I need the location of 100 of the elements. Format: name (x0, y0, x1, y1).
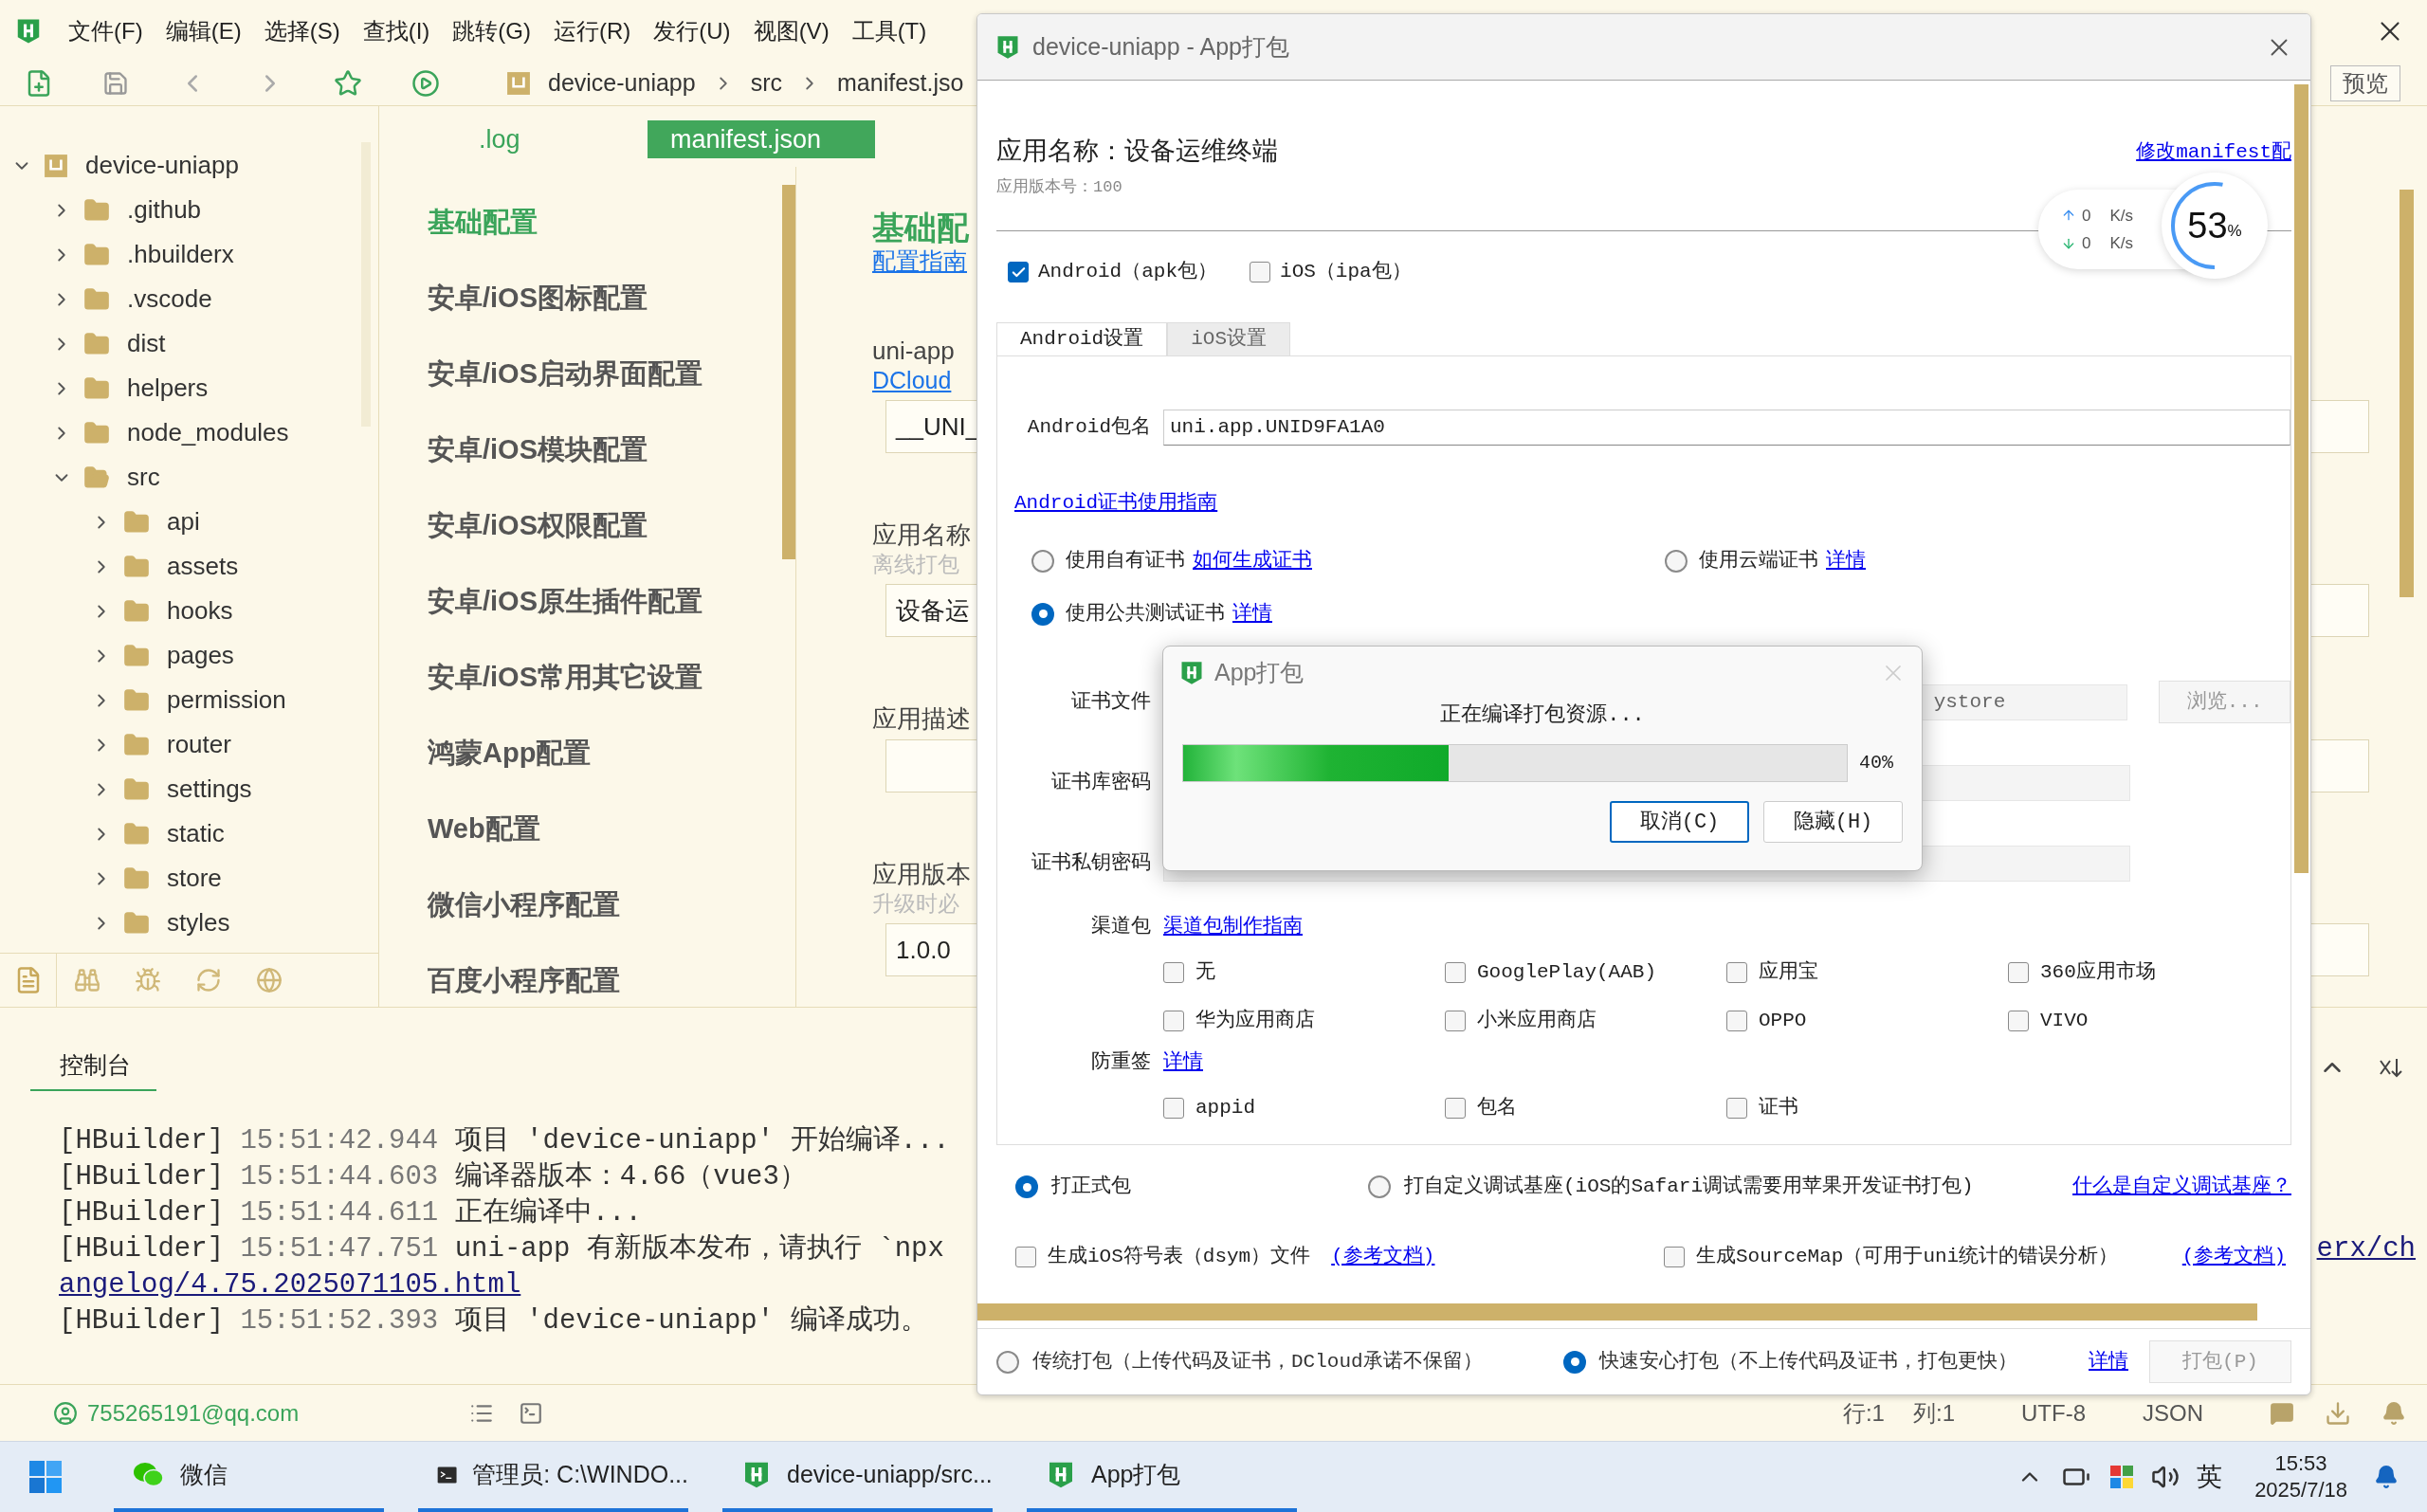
radio-button[interactable] (1368, 1175, 1391, 1198)
checkbox[interactable] (2008, 1010, 2029, 1031)
refresh-icon[interactable] (195, 967, 222, 993)
tree-item[interactable]: .github (127, 191, 202, 228)
taskbar-button[interactable]: App打包 (1027, 1442, 1297, 1512)
taskbar-button[interactable]: 微信 (114, 1442, 384, 1512)
settings-nav-item[interactable]: 安卓/iOS常用其它设置 (428, 657, 703, 699)
link[interactable]: 如何生成证书 (1193, 545, 1312, 576)
settings-nav-item[interactable]: 安卓/iOS模块配置 (428, 429, 648, 471)
menu-item[interactable]: 跳转(G) (441, 13, 542, 48)
scrollbar[interactable] (2400, 190, 2414, 597)
checkbox[interactable] (1163, 1097, 1184, 1119)
bug-icon[interactable] (135, 967, 161, 993)
clock[interactable]: 15:53 2025/7/18 (2254, 1450, 2347, 1503)
link[interactable]: 详情 (1826, 545, 1866, 576)
scrollbar[interactable] (977, 1303, 2257, 1321)
link[interactable]: 什么是自定义调试基座？ (2072, 1172, 2291, 1202)
link[interactable]: DCloud (872, 366, 952, 394)
tree-item[interactable]: dist (127, 325, 166, 362)
link[interactable]: erx/ch (2316, 1230, 2416, 1267)
language-mode[interactable]: JSON (2143, 1395, 2203, 1430)
link[interactable]: 渠道包制作指南 (1163, 911, 1303, 942)
star-icon[interactable] (334, 69, 362, 98)
download-icon[interactable] (2325, 1399, 2351, 1427)
checkbox[interactable] (1726, 961, 1747, 983)
binoculars-icon[interactable] (74, 967, 100, 993)
preview-button[interactable]: 预览 (2330, 65, 2400, 101)
breadcrumb-item[interactable]: device-uniapp (548, 65, 696, 101)
tree-item[interactable]: static (167, 815, 225, 852)
menu-item[interactable]: 编辑(E) (154, 13, 253, 48)
link[interactable]: 详情 (2089, 1346, 2128, 1377)
link[interactable]: angelog/4.75.2025071105.html (59, 1268, 521, 1301)
encoding[interactable]: UTF-8 (2021, 1395, 2086, 1430)
dialog-button[interactable]: 隐藏(H) (1763, 801, 1903, 843)
tree-item[interactable]: pages (167, 637, 234, 674)
tree-item[interactable]: styles (167, 904, 230, 941)
notification-icon[interactable] (2374, 1465, 2399, 1489)
settings-nav-item[interactable]: 安卓/iOS图标配置 (428, 278, 648, 319)
scrollbar[interactable] (2294, 84, 2308, 873)
taskbar-button[interactable]: 管理员: C:\WINDO... (418, 1442, 688, 1512)
settings-nav-item[interactable]: 安卓/iOS启动界面配置 (428, 354, 703, 395)
user-icon[interactable] (53, 1400, 78, 1426)
radio-button[interactable] (1031, 602, 1054, 626)
globe-icon[interactable] (256, 967, 283, 993)
menu-item[interactable]: 视图(V) (741, 13, 841, 48)
radio-button[interactable] (1015, 1175, 1038, 1198)
tree-item[interactable]: permission (167, 682, 286, 719)
input-method[interactable]: 英 (2197, 1457, 2223, 1497)
settings-nav-item[interactable]: 微信小程序配置 (428, 884, 620, 926)
link[interactable]: Android证书使用指南 (1014, 492, 1218, 514)
radio-button[interactable] (996, 1350, 1019, 1374)
scrollbar[interactable] (782, 185, 795, 559)
settings-nav-item[interactable]: 百度小程序配置 (428, 960, 620, 1002)
windows-start-icon[interactable] (28, 1460, 63, 1494)
link[interactable]: 详情 (1232, 598, 1272, 629)
tree-item[interactable]: api (167, 503, 200, 540)
link[interactable]: 详情 (1163, 1047, 1203, 1078)
checkbox[interactable] (1015, 1247, 1036, 1267)
tree-item[interactable]: settings (167, 771, 252, 808)
checkbox[interactable] (1664, 1247, 1685, 1267)
menu-item[interactable]: 查找(I) (351, 13, 442, 48)
menu-item[interactable]: 运行(R) (541, 13, 643, 48)
tree-item[interactable]: .hbuilderx (127, 236, 234, 273)
checkbox[interactable] (1445, 1097, 1466, 1119)
link[interactable]: 修改manifest配 (2136, 136, 2291, 170)
menu-item[interactable]: 工具(T) (840, 13, 939, 48)
menu-item[interactable]: 文件(F) (57, 13, 155, 48)
tab[interactable]: Android设置 (996, 322, 1168, 356)
breadcrumb-item[interactable]: manifest.jso (837, 65, 964, 101)
checkbox[interactable] (1008, 262, 1029, 282)
menu-item[interactable]: 发行(U) (642, 13, 742, 48)
text-field[interactable]: uni.app.UNID9FA1A0 (1163, 410, 2290, 446)
tree-item[interactable]: store (167, 860, 222, 897)
bell-icon[interactable] (2381, 1400, 2406, 1426)
settings-nav-item[interactable]: 安卓/iOS原生插件配置 (428, 581, 703, 623)
tree-item[interactable]: helpers (127, 370, 209, 407)
checkbox[interactable] (1445, 1010, 1466, 1031)
taskbar-button[interactable]: device-uniapp/src... (722, 1442, 993, 1512)
radio-button[interactable] (1031, 549, 1054, 573)
checkbox[interactable] (1726, 1010, 1747, 1031)
tree-item[interactable]: device-uniapp (85, 147, 239, 184)
checkbox[interactable] (1163, 1010, 1184, 1031)
tree-item[interactable]: assets (167, 548, 239, 585)
tab[interactable]: iOS设置 (1167, 322, 1291, 356)
checkbox[interactable] (1726, 1097, 1747, 1119)
terminal-icon[interactable] (519, 1400, 544, 1426)
link[interactable]: (参考文档) (1331, 1242, 1435, 1272)
breadcrumb-item[interactable]: src (750, 65, 782, 101)
settings-nav-item[interactable]: 鸿蒙App配置 (428, 733, 592, 774)
tree-item[interactable]: .vscode (127, 281, 212, 318)
checkbox[interactable] (1445, 961, 1466, 983)
radio-button[interactable] (1665, 549, 1688, 573)
link[interactable]: 配置指南 (872, 246, 967, 275)
save-icon[interactable] (102, 70, 129, 97)
tree-item[interactable]: src (127, 459, 160, 496)
menu-item[interactable]: 选择(S) (252, 13, 352, 48)
checkbox[interactable] (1163, 961, 1184, 983)
checkbox[interactable] (2008, 961, 2029, 983)
radio-button[interactable] (1563, 1350, 1586, 1374)
tree-item[interactable]: node_modules (127, 414, 289, 451)
